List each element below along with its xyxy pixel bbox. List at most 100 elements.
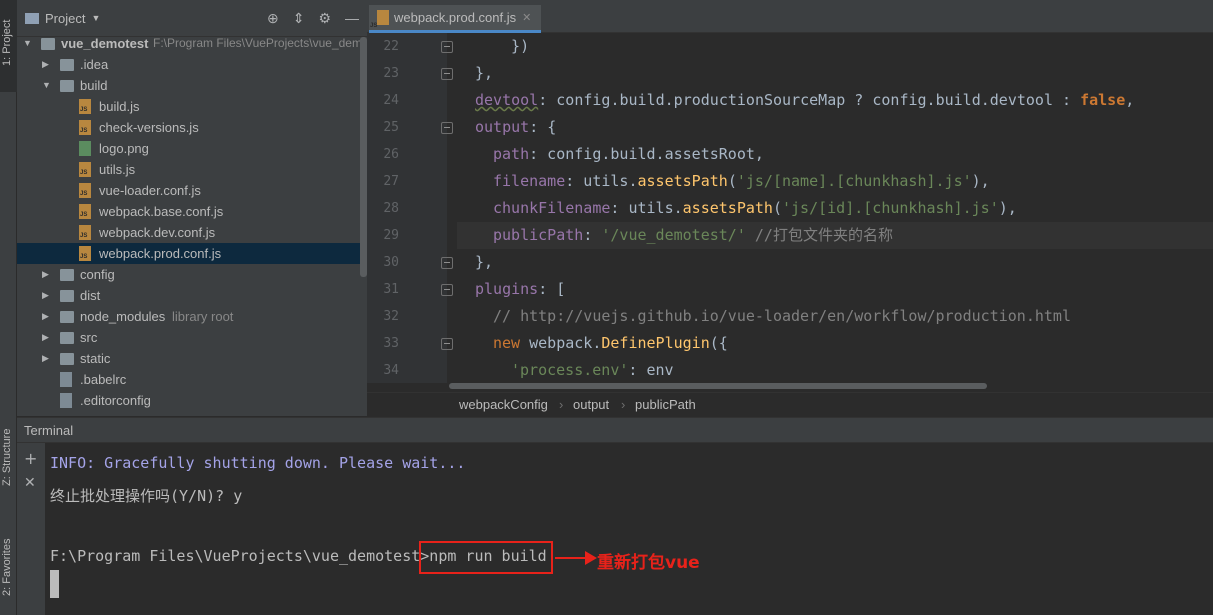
folder-icon — [60, 269, 74, 281]
tree-folder[interactable]: ▼ vue_demotest F:\Program Files\VueProject… — [17, 33, 362, 54]
fold-marker-icon[interactable] — [441, 122, 453, 134]
js-file-icon — [79, 99, 91, 114]
tree-item-label: logo.png — [99, 141, 149, 156]
tree-folder[interactable]: ▶ .idea — [17, 54, 360, 75]
editor-horizontal-scrollbar[interactable] — [449, 383, 987, 389]
tree-item-path: library root — [172, 309, 234, 324]
tree-item-label: node_modules — [80, 309, 166, 324]
tree-file[interactable]: logo.png — [17, 138, 360, 159]
code-line: filename: utils.assetsPath('js/[name].[c… — [493, 172, 990, 190]
project-icon — [25, 12, 39, 24]
code-line: chunkFilename: utils.assetsPath('js/[id]… — [493, 199, 1017, 217]
tree-file[interactable]: build.js — [17, 96, 360, 117]
code-line: }) — [493, 37, 530, 55]
tree-file[interactable]: webpack.dev.conf.js — [17, 222, 360, 243]
breadcrumb-output[interactable]: output — [573, 393, 609, 417]
tree-file[interactable]: .editorconfig — [17, 390, 360, 411]
fold-marker-icon[interactable] — [441, 338, 453, 350]
chevron-right-icon[interactable]: ▶ — [42, 348, 52, 369]
js-file-icon — [79, 225, 91, 240]
editor-gutter: 22232425262728293031323334💡 — [367, 33, 481, 383]
line-number: 24 — [383, 93, 399, 108]
code-line: // http://vuejs.github.io/vue-loader/en/… — [493, 307, 1071, 325]
project-tool-tab[interactable]: 1: Project — [0, 0, 17, 92]
tree-file[interactable]: vue-loader.conf.js — [17, 180, 360, 201]
fold-marker-icon[interactable] — [441, 68, 453, 80]
code-line: }, — [475, 64, 494, 82]
command-highlight-box — [419, 541, 553, 574]
project-panel: Project ▼ ⊕ ⇕ ⚙ — ▼ vue_demotest F:\Progra… — [17, 0, 367, 416]
tree-item-label: vue-loader.conf.js — [99, 183, 201, 198]
line-number: 30 — [383, 255, 399, 270]
tree-scrollbar[interactable] — [360, 37, 367, 277]
tree-folder[interactable]: ▶ node_modules library root — [17, 306, 360, 327]
tree-folder[interactable]: ▶ config — [17, 264, 360, 285]
editor-tab-webpack-prod-conf[interactable]: webpack.prod.conf.js ✕ — [369, 5, 542, 33]
tree-item-label: build — [80, 78, 108, 93]
code-line: path: config.build.assetsRoot, — [493, 145, 764, 163]
chevron-right-icon[interactable]: ▶ — [42, 285, 52, 306]
chevron-right-icon[interactable]: ▶ — [42, 306, 52, 327]
tree-item-label: webpack.prod.conf.js — [99, 246, 222, 261]
tree-file[interactable]: webpack.prod.conf.js — [17, 243, 360, 264]
folder-icon — [60, 59, 74, 71]
code-editor: webpack.prod.conf.js ✕ 22 23 24 25 26 27 28 29 3… — [367, 0, 1213, 416]
tool-window-strip: 1: Project Z: Structure 2: Favorites — [0, 0, 17, 615]
new-session-icon[interactable]: + — [24, 449, 37, 468]
js-file-icon — [79, 246, 91, 261]
scroll-from-source-icon[interactable]: ⊕ — [267, 10, 279, 27]
breadcrumb-publicpath[interactable]: publicPath — [635, 393, 696, 417]
code-area[interactable]: }) }, devtool: config.build.productionSo… — [457, 33, 1213, 383]
terminal-prompt: F:\Program Files\VueProjects\vue_demotes… — [50, 547, 430, 565]
tree-folder[interactable]: ▶ src — [17, 327, 360, 348]
tree-folder[interactable]: ▼ build — [17, 75, 360, 96]
hide-icon[interactable]: — — [345, 10, 359, 27]
line-number: 29 — [383, 228, 399, 243]
code-line-current: publicPath: '/vue_demotest/' //打包文件夹的名称 — [457, 222, 1213, 249]
terminal-title: Terminal — [17, 418, 1213, 443]
line-number: 28 — [383, 201, 399, 216]
chevron-down-icon[interactable]: ▼ — [91, 13, 100, 23]
folder-icon — [60, 332, 74, 344]
js-file-icon — [79, 183, 91, 198]
tree-item-label: check-versions.js — [99, 120, 199, 135]
folder-icon — [60, 353, 74, 365]
terminal-panel: Terminal + ✕ INFO: Gracefully shutting d… — [17, 417, 1213, 615]
fold-marker-icon[interactable] — [441, 41, 453, 53]
close-session-icon[interactable]: ✕ — [24, 475, 36, 491]
tree-item-label: utils.js — [99, 162, 136, 177]
js-file-icon — [79, 204, 91, 219]
terminal-toolbar: + ✕ — [17, 443, 45, 615]
chevron-down-icon[interactable]: ▼ — [42, 75, 52, 96]
tree-item-label: static — [80, 351, 111, 366]
tree-file[interactable]: webpack.base.conf.js — [17, 201, 360, 222]
tree-file[interactable]: .babelrc — [17, 369, 360, 390]
line-number: 32 — [383, 309, 399, 324]
fold-marker-icon[interactable] — [441, 284, 453, 296]
gear-icon[interactable]: ⚙ — [318, 10, 331, 27]
tree-item-label: webpack.base.conf.js — [99, 204, 224, 219]
project-panel-header: Project ▼ ⊕ ⇕ ⚙ — — [17, 0, 367, 37]
breadcrumb-webpackconfig[interactable]: webpackConfig — [459, 393, 548, 417]
chevron-down-icon[interactable]: ▼ — [23, 33, 33, 54]
tree-item-label: dist — [80, 288, 101, 303]
collapse-all-icon[interactable]: ⇕ — [293, 10, 305, 27]
chevron-right-icon[interactable]: ▶ — [42, 327, 52, 348]
tree-file[interactable]: check-versions.js — [17, 117, 360, 138]
terminal-line: INFO: Gracefully shutting down. Please w… — [50, 454, 466, 472]
tree-item-label: src — [80, 330, 98, 345]
fold-marker-icon[interactable] — [441, 257, 453, 269]
chevron-right-icon[interactable]: ▶ — [42, 264, 52, 285]
tree-folder[interactable]: ▶ static — [17, 348, 360, 369]
annotation-text: 重新打包vue — [597, 553, 700, 573]
arrow-right-icon — [585, 551, 597, 565]
code-line: new webpack.DefinePlugin({ — [493, 334, 728, 352]
tree-folder[interactable]: ▶ dist — [17, 285, 360, 306]
project-view-selector[interactable]: Project — [45, 11, 85, 26]
terminal-cursor[interactable] — [50, 570, 59, 598]
breadcrumb-separator: › — [621, 397, 626, 412]
tree-file[interactable]: utils.js — [17, 159, 360, 180]
chevron-right-icon[interactable]: ▶ — [42, 54, 52, 75]
close-icon[interactable]: ✕ — [522, 11, 531, 24]
line-number: 27 — [383, 174, 399, 189]
